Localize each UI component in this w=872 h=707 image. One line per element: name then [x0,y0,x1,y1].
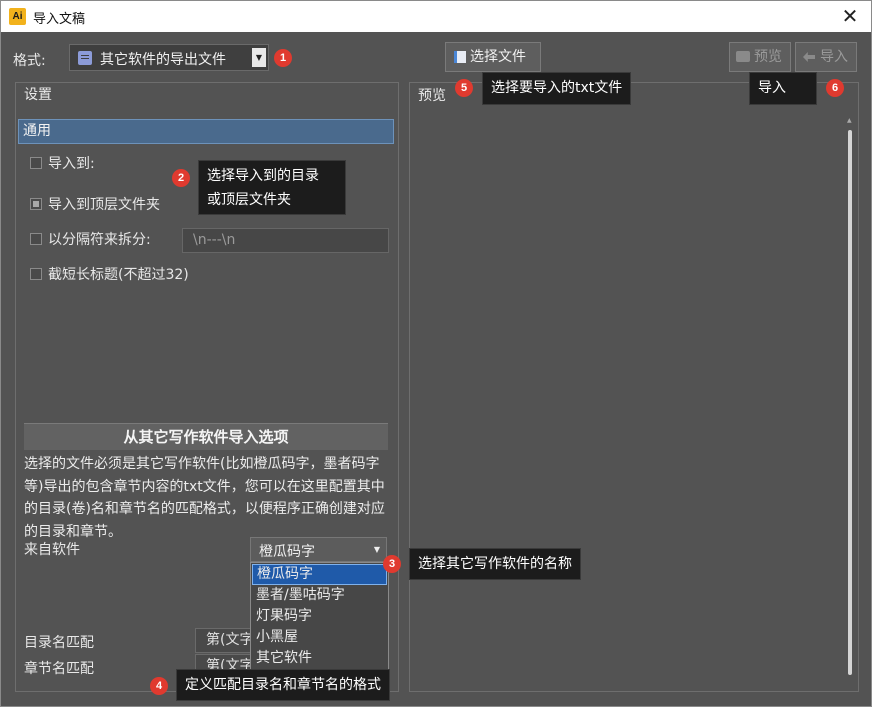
other-software-header: 从其它写作软件导入选项 [24,423,388,450]
callout-badge-2: 2 [172,169,190,187]
truncate-title-checkbox[interactable] [30,268,42,280]
preview-panel: 预览 ▲ [409,82,859,692]
dropdown-option[interactable]: 墨者/墨咕码字 [252,585,387,606]
source-software-label: 来自软件 [24,542,80,558]
preview-button[interactable]: 预览 [729,42,791,72]
import-arrow-icon [803,52,815,62]
dropdown-option[interactable]: 其它软件 [252,648,387,669]
document-icon [78,51,92,65]
format-label: 格式: [13,53,46,69]
select-file-label: 选择文件 [470,49,526,65]
callout-badge-1: 1 [274,49,292,67]
select-file-button[interactable]: 选择文件 [445,42,541,72]
chevron-down-icon[interactable]: ▼ [252,48,266,67]
window-title: 导入文稿 [33,12,86,27]
dir-match-label: 目录名匹配 [24,635,94,651]
preview-scrollbar[interactable]: ▲ [847,118,853,678]
app-icon: Ai [9,8,26,25]
callout-tip-6: 导入 [749,72,817,105]
title-bar: Ai 导入文稿 ✕ [0,0,872,32]
source-software-value: 橙瓜码字 [259,544,315,560]
truncate-title-option[interactable]: 截短长标题(不超过32) [30,265,189,285]
source-software-select[interactable]: 橙瓜码字 ▼ [250,537,387,562]
callout-tip-2-line2: 或顶层文件夹 [207,192,291,208]
preview-title: 预览 [418,88,446,104]
dropdown-option[interactable]: 灯果码字 [252,606,387,627]
settings-title: 设置 [24,87,52,103]
import-to-top-label: 导入到顶层文件夹 [48,197,160,213]
callout-tip-2-line1: 选择导入到的目录 [207,168,319,184]
close-button[interactable]: ✕ [839,5,861,27]
callout-badge-3: 3 [383,555,401,573]
tab-general[interactable]: 通用 [18,119,394,144]
import-to-top-checkbox[interactable] [30,198,42,210]
callout-tip-5: 选择要导入的txt文件 [482,72,632,105]
callout-badge-5: 5 [455,79,473,97]
import-button[interactable]: 导入 [795,42,857,72]
scroll-thumb[interactable] [848,130,852,675]
other-software-description: 选择的文件必须是其它写作软件(比如橙瓜码字，墨者码字等)导出的包含章节内容的tx… [24,456,385,540]
dropdown-option[interactable]: 小黑屋 [252,627,387,648]
format-value: 其它软件的导出文件 [100,52,226,68]
callout-tip-2: 选择导入到的目录 或顶层文件夹 [198,160,346,215]
chapter-match-label: 章节名匹配 [24,661,94,677]
scroll-up-icon[interactable]: ▲ [847,118,853,124]
truncate-title-label: 截短长标题(不超过32) [48,267,189,283]
import-to-top-option[interactable]: 导入到顶层文件夹 [30,195,160,215]
preview-button-label: 预览 [754,49,782,65]
dropdown-option[interactable]: 橙瓜码字 [252,564,387,585]
import-to-checkbox[interactable] [30,157,42,169]
split-separator-checkbox[interactable] [30,233,42,245]
callout-badge-6: 6 [826,79,844,97]
source-software-dropdown[interactable]: 橙瓜码字 墨者/墨咕码字 灯果码字 小黑屋 其它软件 [250,562,389,674]
import-to-label: 导入到: [48,156,95,172]
camera-icon [736,51,750,62]
import-button-label: 导入 [820,49,848,65]
split-separator-label: 以分隔符来拆分: [48,232,151,248]
split-separator-option[interactable]: 以分隔符来拆分: [30,230,151,250]
file-icon [454,51,466,63]
callout-tip-4: 定义匹配目录名和章节名的格式 [176,669,390,701]
import-to-option[interactable]: 导入到: [30,154,95,174]
callout-badge-4: 4 [150,677,168,695]
format-select[interactable]: 其它软件的导出文件 ▼ [69,44,269,71]
callout-tip-3: 选择其它写作软件的名称 [409,548,581,580]
separator-input[interactable]: \n---\n [182,228,389,253]
dir-match-input[interactable]: 第(文字)卷 [195,628,255,653]
chevron-down-icon[interactable]: ▼ [371,540,383,559]
dialog-body: 格式: 其它软件的导出文件 ▼ 1 选择文件 预览 导入 设置 通用 导入到: … [0,32,872,707]
